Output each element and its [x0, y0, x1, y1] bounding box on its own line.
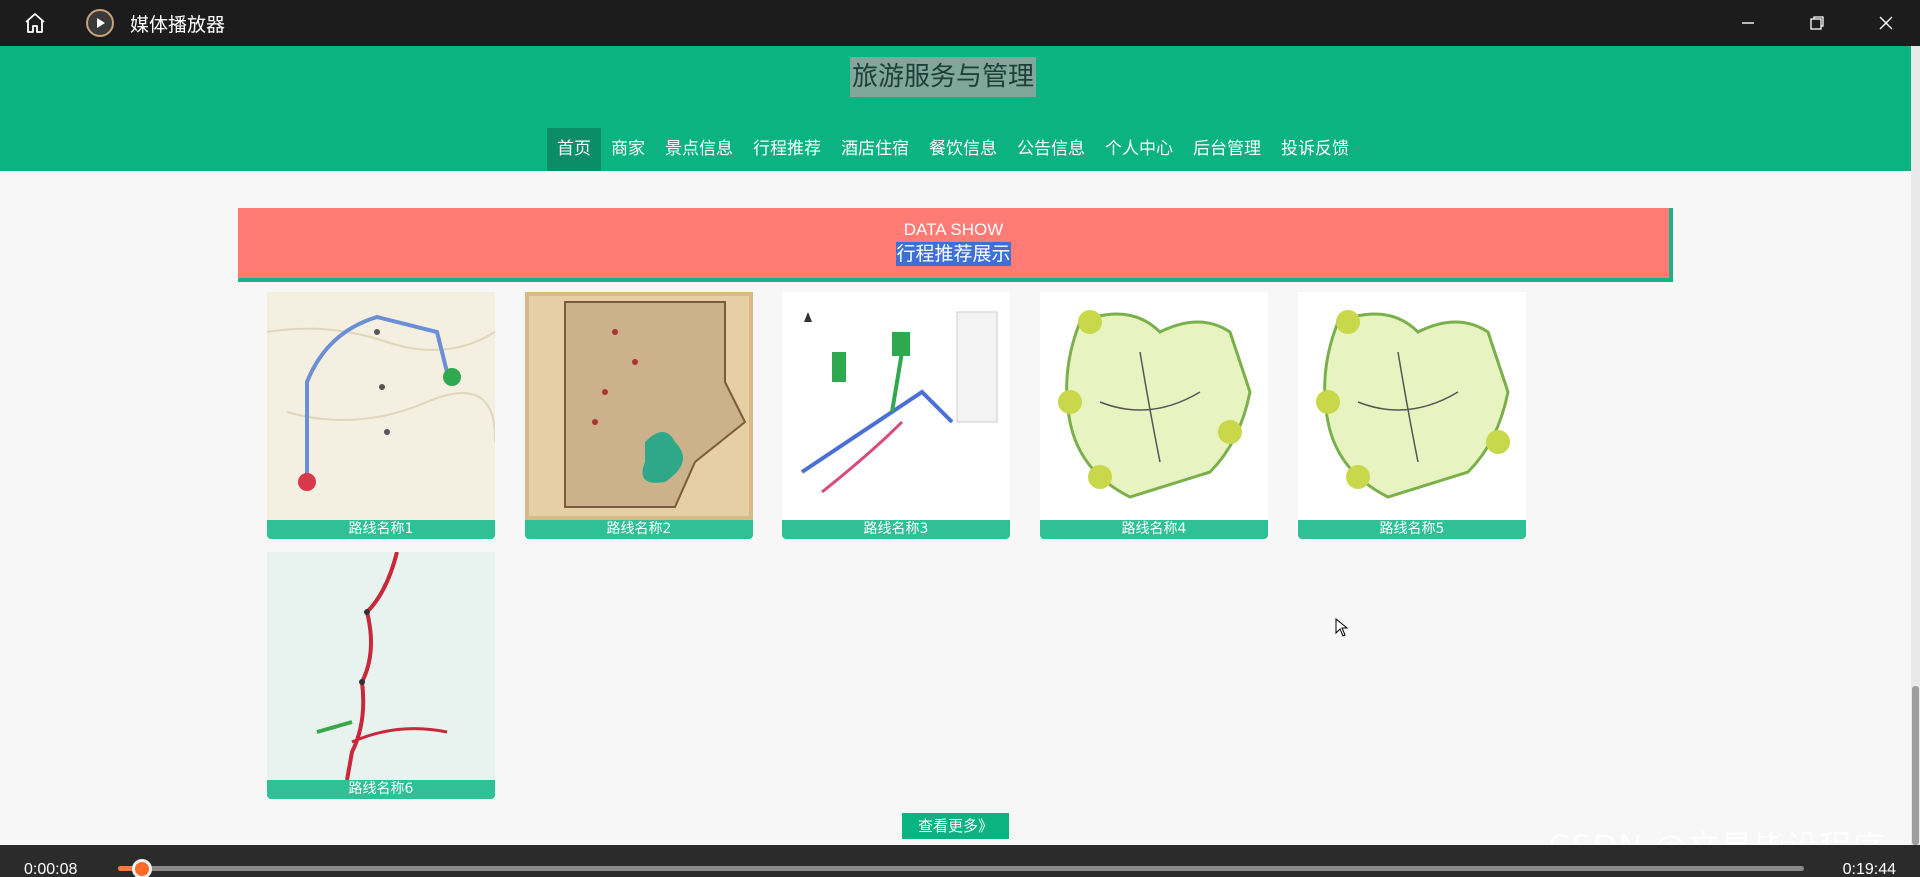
- section-title-cn: 行程推荐展示: [896, 242, 1011, 266]
- close-icon: [1879, 16, 1892, 30]
- route-map-image: [525, 292, 753, 520]
- nav-item-profile[interactable]: 个人中心: [1095, 128, 1183, 171]
- seek-track[interactable]: [118, 866, 1804, 871]
- nav-item-merchants[interactable]: 商家: [601, 128, 655, 171]
- site-header: 旅游服务与管理 首页 商家 景点信息 行程推荐 酒店住宿 餐饮信息 公告信息 个…: [0, 46, 1911, 171]
- seek-handle[interactable]: [132, 859, 152, 877]
- restore-icon: [1809, 16, 1824, 30]
- nav-item-announcements[interactable]: 公告信息: [1007, 128, 1095, 171]
- route-map-image: [1298, 292, 1526, 520]
- nav-item-hotels[interactable]: 酒店住宿: [831, 128, 919, 171]
- route-card-2[interactable]: 路线名称2: [525, 292, 753, 539]
- restore-button[interactable]: [1782, 0, 1851, 46]
- route-map-image: [267, 292, 495, 520]
- section-title-en: DATA SHOW: [903, 220, 1004, 239]
- nav-item-itineraries[interactable]: 行程推荐: [743, 128, 831, 171]
- section-banner: DATA SHOW 行程推荐展示: [238, 208, 1673, 282]
- minimize-button[interactable]: [1713, 0, 1782, 46]
- minimize-icon: [1741, 22, 1754, 24]
- route-card-4[interactable]: 路线名称4: [1040, 292, 1268, 539]
- site-title: 旅游服务与管理: [850, 57, 1037, 97]
- route-name: 路线名称6: [267, 780, 495, 799]
- scrollbar-thumb[interactable]: [1912, 686, 1919, 845]
- home-icon: [25, 13, 45, 33]
- nav-item-feedback[interactable]: 投诉反馈: [1271, 128, 1359, 171]
- app-title: 媒体播放器: [130, 13, 226, 36]
- route-name: 路线名称2: [525, 520, 753, 539]
- route-name: 路线名称3: [782, 520, 1010, 539]
- media-player-icon: [86, 9, 114, 37]
- page-scrollbar[interactable]: [1911, 46, 1920, 845]
- current-time: 0:00:08: [24, 861, 78, 877]
- view-more-button[interactable]: 查看更多》: [902, 813, 1009, 839]
- playback-bar: 0:00:08 0:19:44: [0, 845, 1920, 877]
- nav-item-admin[interactable]: 后台管理: [1183, 128, 1271, 171]
- route-map-image: [1040, 292, 1268, 520]
- route-card-6[interactable]: 路线名称6: [267, 552, 495, 799]
- route-card-3[interactable]: 路线名称3: [782, 292, 1010, 539]
- route-name: 路线名称5: [1298, 520, 1526, 539]
- route-name: 路线名称4: [1040, 520, 1268, 539]
- main-nav: 首页 商家 景点信息 行程推荐 酒店住宿 餐饮信息 公告信息 个人中心 后台管理…: [547, 128, 1359, 171]
- route-card-5[interactable]: 路线名称5: [1298, 292, 1526, 539]
- route-map-image: [267, 552, 495, 780]
- route-card-1[interactable]: 路线名称1: [267, 292, 495, 539]
- close-button[interactable]: [1851, 0, 1920, 46]
- nav-item-home[interactable]: 首页: [547, 128, 601, 171]
- total-time: 0:19:44: [1842, 861, 1896, 877]
- route-name: 路线名称1: [267, 520, 495, 539]
- mouse-cursor-icon: [1335, 618, 1349, 637]
- nav-item-dining[interactable]: 餐饮信息: [919, 128, 1007, 171]
- home-button[interactable]: [0, 0, 70, 46]
- player-title-bar: 媒体播放器: [0, 0, 1920, 46]
- route-map-image: [782, 292, 1010, 520]
- nav-item-attractions[interactable]: 景点信息: [655, 128, 743, 171]
